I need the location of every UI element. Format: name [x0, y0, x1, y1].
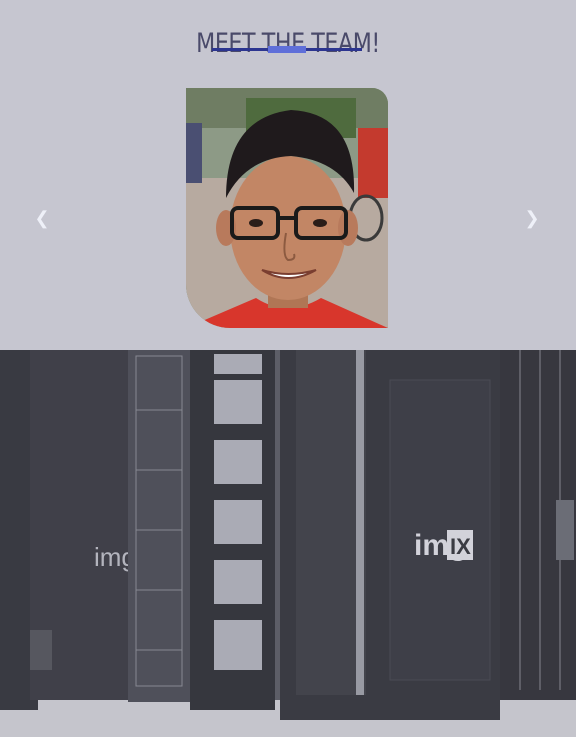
server-room-banner: imgix img IX — [0, 350, 576, 737]
chevron-left-icon: ❮ — [34, 208, 50, 228]
section-title: MEET THE TEAM! — [196, 28, 380, 60]
team-carousel-section: MEET THE TEAM! ❮ ❯ — [0, 0, 576, 350]
team-member-portrait-illustration — [186, 88, 388, 328]
title-underline-accent — [268, 46, 306, 53]
carousel-next-button[interactable]: ❯ — [522, 208, 542, 228]
team-member-photo — [186, 88, 388, 328]
carousel-prev-button[interactable]: ❮ — [32, 208, 52, 228]
chevron-right-icon: ❯ — [524, 208, 540, 228]
server-racks-image: imgix img IX — [0, 350, 576, 737]
